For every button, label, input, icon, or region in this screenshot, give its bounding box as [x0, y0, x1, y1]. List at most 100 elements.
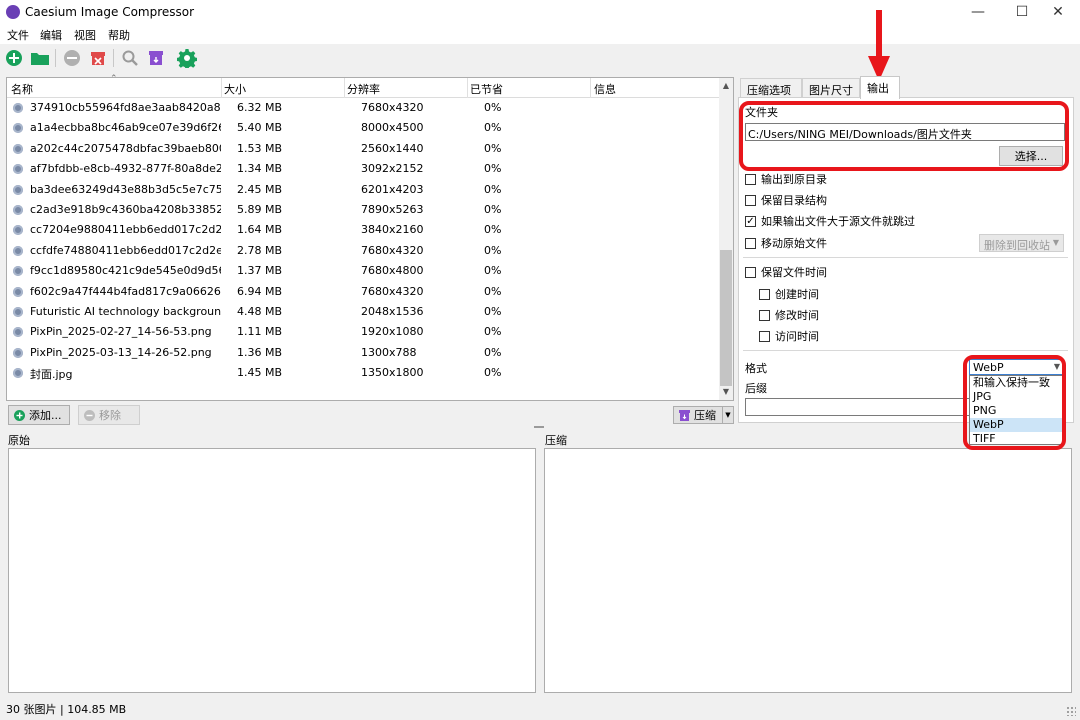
- table-row[interactable]: c2ad3e918b9c4360ba4208b3385239ce 5.89 MB 7…: [7, 200, 719, 220]
- checkbox-creation-time[interactable]: 创建时间: [759, 286, 819, 302]
- add-files-icon[interactable]: [4, 48, 24, 68]
- tab-image-size[interactable]: 图片尺寸: [802, 78, 860, 98]
- resolution-cell: 1300x788: [361, 345, 417, 359]
- status-dot-icon: [13, 266, 23, 277]
- menu-view[interactable]: 视图: [74, 27, 96, 43]
- resolution-cell: 2560x1440: [361, 141, 424, 155]
- add-button[interactable]: 添加...: [8, 405, 70, 425]
- table-row[interactable]: PixPin_2025-02-27_14-56-53.png 1.11 MB 192…: [7, 322, 719, 342]
- table-row[interactable]: ba3dee63249d43e88b3d5c5e7c75ef23 2.45 MB 6…: [7, 180, 719, 200]
- preview-search-icon[interactable]: [120, 48, 140, 68]
- checkbox-label: 创建时间: [775, 288, 819, 301]
- resolution-cell: 7890x5263: [361, 203, 424, 216]
- file-size-cell: 6.32 MB: [237, 101, 283, 114]
- original-preview-label: 原始: [8, 434, 30, 447]
- saved-cell: 0%: [484, 243, 502, 257]
- compress-options-chevron-icon[interactable]: ▼: [722, 406, 734, 424]
- scroll-up-icon[interactable]: ▲: [719, 78, 733, 94]
- checkbox-access-time[interactable]: 访问时间: [759, 328, 819, 344]
- file-name-cell: cc7204e9880411ebb6edd017c2d2eca2: [30, 223, 221, 237]
- sort-ascending-icon: ⌃: [110, 74, 118, 84]
- tab-output[interactable]: 输出: [860, 76, 900, 99]
- file-size-cell: 1.37 MB: [237, 264, 283, 278]
- table-row[interactable]: 374910cb55964fd8ae3aab8420a82bdf. 6.32 MB…: [7, 98, 719, 118]
- menu-edit[interactable]: 编辑: [40, 27, 62, 43]
- add-button-label: 添加...: [29, 409, 62, 422]
- column-divider: [344, 78, 345, 98]
- table-row[interactable]: Futuristic AI technology background fc 4.…: [7, 302, 719, 322]
- divider: [743, 257, 1068, 258]
- compress-button[interactable]: 压缩: [673, 406, 723, 424]
- table-row[interactable]: f602c9a47f444b4fad817c9a066266c9.jp 6.94 …: [7, 282, 719, 302]
- remove-file-icon[interactable]: [62, 48, 82, 68]
- close-button[interactable]: ✕: [1036, 0, 1080, 26]
- toolbar-separator: [113, 49, 114, 67]
- checkbox-modified-time[interactable]: 修改时间: [759, 307, 819, 323]
- checkbox-box[interactable]: [759, 330, 770, 342]
- table-row[interactable]: f9cc1d89580c421c9de545e0d9d56266. 1.37 MB…: [7, 261, 719, 281]
- file-name-cell: a202c44c2075478dbfac39baeb800046.: [30, 141, 221, 155]
- compress-archive-icon: [679, 409, 690, 421]
- resize-grip[interactable]: [1066, 706, 1076, 716]
- column-header-size[interactable]: 大小: [224, 81, 246, 97]
- table-row[interactable]: af7bfdbb-e8cb-4932-877f-80a8de2141 1.34 M…: [7, 159, 719, 179]
- status-dot-icon: [13, 368, 23, 379]
- checkbox-box[interactable]: [759, 288, 770, 300]
- clear-list-icon[interactable]: [88, 48, 108, 68]
- resolution-cell: 7680x4320: [361, 284, 424, 298]
- checkbox-skip-if-larger[interactable]: ✓ 如果输出文件大于源文件就跳过: [745, 213, 915, 229]
- splitter-handle[interactable]: [534, 426, 544, 428]
- table-row[interactable]: a1a4ecbba8bc46ab9ce07e39d6f26490 5.40 MB 8…: [7, 118, 719, 138]
- status-bar-text: 30 张图片 | 104.85 MB: [6, 703, 127, 716]
- column-divider: [221, 78, 222, 98]
- open-folder-icon[interactable]: [30, 48, 50, 68]
- file-size-cell: 6.94 MB: [237, 284, 283, 298]
- checkbox-keep-dates[interactable]: 保留文件时间: [745, 264, 827, 280]
- original-preview-panel: [8, 448, 536, 693]
- checkbox-move-original[interactable]: 移动原始文件: [745, 235, 827, 251]
- minimize-button[interactable]: —: [956, 0, 1000, 26]
- column-header-info[interactable]: 信息: [594, 81, 616, 97]
- scroll-down-icon[interactable]: ▼: [719, 384, 733, 400]
- menu-help[interactable]: 帮助: [108, 27, 130, 43]
- checkbox-output-to-source-dir[interactable]: 输出到原目录: [745, 171, 827, 187]
- resolution-cell: 1350x1800: [361, 366, 424, 380]
- remove-button[interactable]: 移除: [78, 405, 140, 425]
- saved-cell: 0%: [484, 223, 502, 237]
- divider: [743, 350, 1068, 351]
- table-row[interactable]: cc7204e9880411ebb6edd017c2d2eca2 1.64 MB 3…: [7, 220, 719, 240]
- column-header-name[interactable]: 名称: [11, 81, 33, 97]
- table-row[interactable]: 封面.jpg 1.45 MB 1350x1800 0%: [7, 363, 719, 383]
- saved-cell: 0%: [484, 305, 502, 318]
- status-dot-icon: [13, 103, 23, 113]
- move-original-select[interactable]: 删除到回收站 ▼: [979, 234, 1064, 252]
- checkbox-box-checked[interactable]: ✓: [745, 215, 756, 227]
- select-value: 删除到回收站: [984, 239, 1050, 252]
- saved-cell: 0%: [484, 101, 502, 114]
- column-divider: [467, 78, 468, 98]
- checkbox-box[interactable]: [745, 194, 756, 206]
- annotation-highlight-format: [963, 355, 1066, 450]
- column-header-saved[interactable]: 已节省: [470, 81, 503, 97]
- table-row[interactable]: PixPin_2025-03-13_14-26-52.png 1.36 MB 130…: [7, 343, 719, 363]
- checkbox-box[interactable]: [759, 309, 770, 321]
- status-dot-icon: [13, 184, 23, 195]
- table-row[interactable]: a202c44c2075478dbfac39baeb800046. 1.53 MB…: [7, 139, 719, 159]
- saved-cell: 0%: [484, 366, 502, 380]
- suffix-label: 后缀: [745, 382, 767, 395]
- settings-gear-icon[interactable]: [177, 48, 197, 68]
- file-size-cell: 1.45 MB: [237, 366, 283, 380]
- scrollbar-thumb[interactable]: [720, 250, 732, 386]
- table-row[interactable]: ccfdfe74880411ebb6edd017c2d2eca2. 2.78 MB…: [7, 241, 719, 261]
- tab-compression-options[interactable]: 压缩选项: [740, 78, 802, 98]
- saved-cell: 0%: [484, 345, 502, 359]
- checkbox-box[interactable]: [745, 237, 756, 249]
- checkbox-keep-structure[interactable]: 保留目录结构: [745, 192, 827, 208]
- menu-file[interactable]: 文件: [7, 27, 29, 43]
- checkbox-box[interactable]: [745, 173, 756, 185]
- file-size-cell: 2.78 MB: [237, 243, 283, 257]
- column-header-resolution[interactable]: 分辨率: [347, 81, 380, 97]
- annotation-highlight-folder: [739, 101, 1069, 171]
- compress-archive-icon[interactable]: [146, 48, 166, 68]
- checkbox-box[interactable]: [745, 266, 756, 278]
